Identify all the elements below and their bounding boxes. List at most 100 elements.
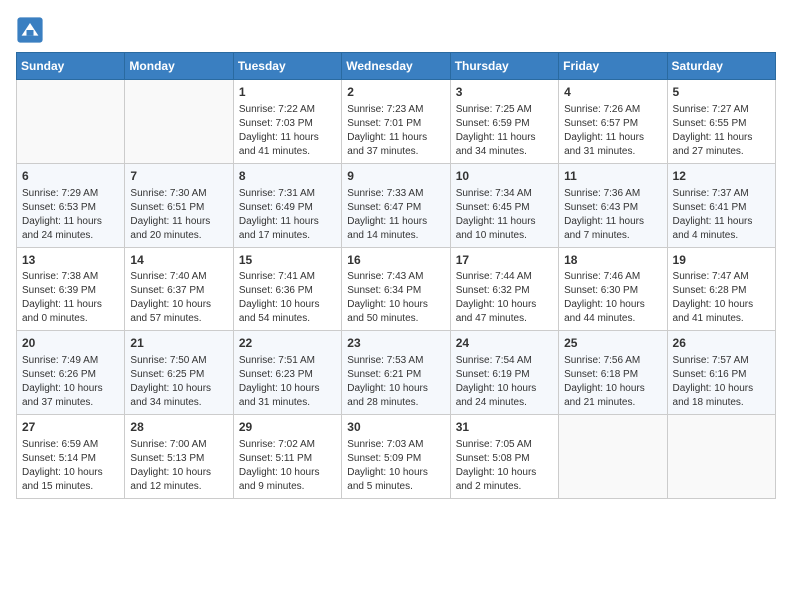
calendar-cell: 6 Sunrise: 7:29 AM Sunset: 6:53 PM Daylig… [17,163,125,247]
day-number: 12 [673,168,770,185]
calendar-cell: 15Sunrise: 7:41 AM Sunset: 6:36 PM Dayli… [233,247,341,331]
day-info: Sunrise: 7:56 AM Sunset: 6:18 PM Dayligh… [564,354,661,410]
calendar-cell: 9 Sunrise: 7:33 AM Sunset: 6:47 PM Daylig… [342,163,450,247]
weekday-header: Wednesday [342,53,450,80]
calendar-week-row: 6 Sunrise: 7:29 AM Sunset: 6:53 PM Daylig… [17,163,776,247]
weekday-header: Friday [559,53,667,80]
day-info: Sunrise: 7:34 AM Sunset: 6:45 PM Dayligh… [456,187,553,243]
calendar-cell: 4 Sunrise: 7:26 AM Sunset: 6:57 PM Daylig… [559,80,667,164]
weekday-header: Tuesday [233,53,341,80]
calendar-table: SundayMondayTuesdayWednesdayThursdayFrid… [16,52,776,499]
day-number: 8 [239,168,336,185]
calendar-cell: 23Sunrise: 7:53 AM Sunset: 6:21 PM Dayli… [342,331,450,415]
day-number: 20 [22,335,119,352]
day-number: 18 [564,252,661,269]
weekday-header-row: SundayMondayTuesdayWednesdayThursdayFrid… [17,53,776,80]
page-header [16,16,776,44]
logo-icon [16,16,44,44]
day-info: Sunrise: 7:53 AM Sunset: 6:21 PM Dayligh… [347,354,444,410]
day-number: 4 [564,84,661,101]
day-info: Sunrise: 7:49 AM Sunset: 6:26 PM Dayligh… [22,354,119,410]
calendar-week-row: 27 Sunrise: 6:59 AM Sunset: 5:14 PM Dayli… [17,415,776,499]
calendar-cell [559,415,667,499]
calendar-cell: 27 Sunrise: 6:59 AM Sunset: 5:14 PM Dayli… [17,415,125,499]
day-number: 31 [456,419,553,436]
calendar-cell: 8 Sunrise: 7:31 AM Sunset: 6:49 PM Daylig… [233,163,341,247]
weekday-header: Saturday [667,53,775,80]
calendar-cell: 18Sunrise: 7:46 AM Sunset: 6:30 PM Dayli… [559,247,667,331]
day-number: 19 [673,252,770,269]
day-info: Sunrise: 7:41 AM Sunset: 6:36 PM Dayligh… [239,270,336,326]
calendar-cell: 2Sunrise: 7:23 AM Sunset: 7:01 PM Daylig… [342,80,450,164]
day-info: Sunrise: 6:59 AM Sunset: 5:14 PM Dayligh… [22,438,119,494]
day-number: 27 [22,419,119,436]
day-number: 25 [564,335,661,352]
calendar-cell: 10 Sunrise: 7:34 AM Sunset: 6:45 PM Dayli… [450,163,558,247]
calendar-cell [667,415,775,499]
calendar-cell: 13Sunrise: 7:38 AM Sunset: 6:39 PM Dayli… [17,247,125,331]
day-number: 1 [239,84,336,101]
day-info: Sunrise: 7:05 AM Sunset: 5:08 PM Dayligh… [456,438,553,494]
day-number: 9 [347,168,444,185]
calendar-cell: 19Sunrise: 7:47 AM Sunset: 6:28 PM Dayli… [667,247,775,331]
day-info: Sunrise: 7:54 AM Sunset: 6:19 PM Dayligh… [456,354,553,410]
calendar-cell: 12Sunrise: 7:37 AM Sunset: 6:41 PM Dayli… [667,163,775,247]
day-info: Sunrise: 7:00 AM Sunset: 5:13 PM Dayligh… [130,438,227,494]
day-number: 3 [456,84,553,101]
day-number: 21 [130,335,227,352]
day-info: Sunrise: 7:31 AM Sunset: 6:49 PM Dayligh… [239,187,336,243]
day-info: Sunrise: 7:40 AM Sunset: 6:37 PM Dayligh… [130,270,227,326]
day-number: 28 [130,419,227,436]
calendar-cell: 7Sunrise: 7:30 AM Sunset: 6:51 PM Daylig… [125,163,233,247]
weekday-header: Monday [125,53,233,80]
calendar-week-row: 20 Sunrise: 7:49 AM Sunset: 6:26 PM Dayli… [17,331,776,415]
day-number: 13 [22,252,119,269]
calendar-cell: 1 Sunrise: 7:22 AM Sunset: 7:03 PM Daylig… [233,80,341,164]
day-number: 22 [239,335,336,352]
day-info: Sunrise: 7:46 AM Sunset: 6:30 PM Dayligh… [564,270,661,326]
day-info: Sunrise: 7:29 AM Sunset: 6:53 PM Dayligh… [22,187,119,243]
day-number: 17 [456,252,553,269]
logo [16,16,48,44]
calendar-week-row: 13Sunrise: 7:38 AM Sunset: 6:39 PM Dayli… [17,247,776,331]
day-number: 30 [347,419,444,436]
day-info: Sunrise: 7:33 AM Sunset: 6:47 PM Dayligh… [347,187,444,243]
day-info: Sunrise: 7:44 AM Sunset: 6:32 PM Dayligh… [456,270,553,326]
day-number: 10 [456,168,553,185]
calendar-cell: 14Sunrise: 7:40 AM Sunset: 6:37 PM Dayli… [125,247,233,331]
day-number: 24 [456,335,553,352]
day-info: Sunrise: 7:02 AM Sunset: 5:11 PM Dayligh… [239,438,336,494]
calendar-cell: 25 Sunrise: 7:56 AM Sunset: 6:18 PM Dayli… [559,331,667,415]
calendar-cell [17,80,125,164]
calendar-cell: 17Sunrise: 7:44 AM Sunset: 6:32 PM Dayli… [450,247,558,331]
day-info: Sunrise: 7:26 AM Sunset: 6:57 PM Dayligh… [564,103,661,159]
day-info: Sunrise: 7:51 AM Sunset: 6:23 PM Dayligh… [239,354,336,410]
day-number: 14 [130,252,227,269]
calendar-cell: 29Sunrise: 7:02 AM Sunset: 5:11 PM Dayli… [233,415,341,499]
calendar-cell: 20 Sunrise: 7:49 AM Sunset: 6:26 PM Dayli… [17,331,125,415]
calendar-cell: 24 Sunrise: 7:54 AM Sunset: 6:19 PM Dayli… [450,331,558,415]
calendar-cell: 31 Sunrise: 7:05 AM Sunset: 5:08 PM Dayli… [450,415,558,499]
day-info: Sunrise: 7:22 AM Sunset: 7:03 PM Dayligh… [239,103,336,159]
day-info: Sunrise: 7:38 AM Sunset: 6:39 PM Dayligh… [22,270,119,326]
day-info: Sunrise: 7:43 AM Sunset: 6:34 PM Dayligh… [347,270,444,326]
day-info: Sunrise: 7:25 AM Sunset: 6:59 PM Dayligh… [456,103,553,159]
calendar-cell: 21 Sunrise: 7:50 AM Sunset: 6:25 PM Dayli… [125,331,233,415]
day-number: 26 [673,335,770,352]
calendar-cell [125,80,233,164]
weekday-header: Thursday [450,53,558,80]
day-info: Sunrise: 7:27 AM Sunset: 6:55 PM Dayligh… [673,103,770,159]
day-number: 11 [564,168,661,185]
day-number: 2 [347,84,444,101]
calendar-cell: 11Sunrise: 7:36 AM Sunset: 6:43 PM Dayli… [559,163,667,247]
calendar-cell: 28 Sunrise: 7:00 AM Sunset: 5:13 PM Dayli… [125,415,233,499]
calendar-cell: 30Sunrise: 7:03 AM Sunset: 5:09 PM Dayli… [342,415,450,499]
day-number: 6 [22,168,119,185]
calendar-cell: 26 Sunrise: 7:57 AM Sunset: 6:16 PM Dayli… [667,331,775,415]
day-number: 15 [239,252,336,269]
day-info: Sunrise: 7:57 AM Sunset: 6:16 PM Dayligh… [673,354,770,410]
day-number: 5 [673,84,770,101]
calendar-cell: 3 Sunrise: 7:25 AM Sunset: 6:59 PM Daylig… [450,80,558,164]
day-info: Sunrise: 7:50 AM Sunset: 6:25 PM Dayligh… [130,354,227,410]
calendar-cell: 5 Sunrise: 7:27 AM Sunset: 6:55 PM Daylig… [667,80,775,164]
